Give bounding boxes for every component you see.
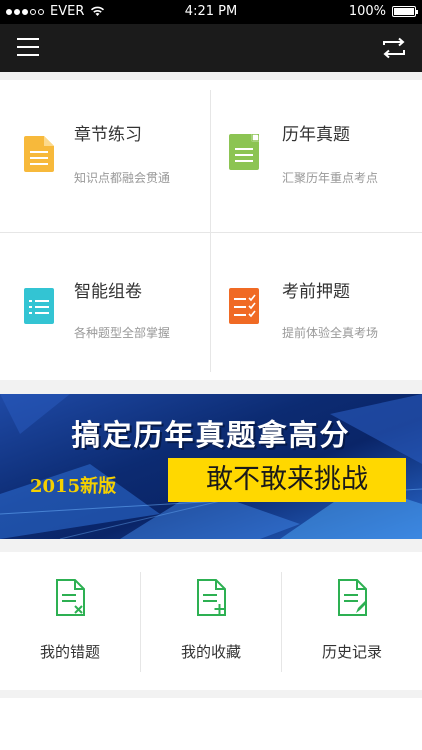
my-wrong-questions[interactable]: 我的错题	[0, 552, 140, 690]
switch-icon[interactable]	[380, 37, 408, 59]
battery-icon	[392, 6, 418, 17]
feature-title: 智能组卷	[74, 282, 142, 302]
feature-pre-exam-predict[interactable]: 考前押题 提前体验全真考场	[211, 230, 422, 380]
feature-past-exams[interactable]: 历年真题 汇聚历年重点考点	[211, 80, 422, 230]
battery-percent: 100%	[348, 4, 386, 19]
add-doc-icon	[197, 579, 226, 616]
feature-subtitle: 各种题型全部掌握	[74, 326, 171, 340]
history-records[interactable]: 历史记录	[282, 552, 422, 690]
feature-smart-paper[interactable]: 智能组卷 各种题型全部掌握	[0, 230, 211, 380]
document-folded-icon	[229, 134, 259, 170]
footer-area	[0, 698, 422, 750]
list-icon	[24, 288, 54, 324]
quick-links: 我的错题 我的收藏 历史记录	[0, 552, 422, 690]
feature-title: 章节练习	[74, 125, 142, 145]
wrong-doc-icon	[56, 579, 85, 616]
checklist-icon	[229, 288, 259, 324]
feature-subtitle: 知识点都融会贯通	[74, 171, 171, 185]
feature-subtitle: 提前体验全真考场	[282, 326, 379, 340]
feature-title: 历年真题	[282, 125, 350, 145]
top-nav-bar	[0, 24, 422, 72]
banner-challenge-button[interactable]: 敢不敢来挑战	[168, 458, 406, 502]
quick-link-label: 历史记录	[321, 643, 382, 661]
feature-chapter-practice[interactable]: 章节练习 知识点都融会贯通	[0, 80, 211, 230]
feature-grid: 章节练习 知识点都融会贯通 历年真题 汇聚历年重点考点 智能组卷 各种题型全部掌…	[0, 80, 422, 380]
menu-icon[interactable]	[17, 38, 39, 58]
banner-year: 2015新版	[30, 476, 117, 497]
quick-link-label: 我的错题	[39, 643, 100, 661]
status-bar: EVER 4:21 PM 100%	[0, 0, 422, 24]
my-favorites[interactable]: 我的收藏	[141, 552, 281, 690]
feature-title: 考前押题	[282, 282, 350, 302]
quick-link-label: 我的收藏	[180, 643, 241, 661]
banner-title: 搞定历年真题拿高分	[71, 418, 351, 452]
promo-banner[interactable]: 搞定历年真题拿高分 2015新版 敢不敢来挑战	[0, 394, 422, 539]
document-icon	[24, 136, 54, 172]
feature-subtitle: 汇聚历年重点考点	[282, 171, 379, 185]
battery-area: 100%	[348, 4, 418, 19]
edit-doc-icon	[338, 579, 367, 616]
